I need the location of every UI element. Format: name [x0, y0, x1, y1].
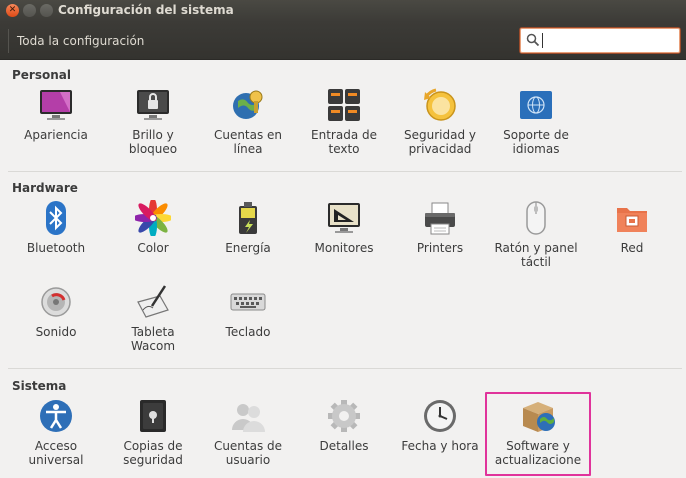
item-power[interactable]: Energía — [202, 200, 294, 280]
item-label: Seguridad y privacidad — [404, 128, 476, 156]
sound-icon — [41, 287, 71, 317]
item-label: Tableta Wacom — [130, 325, 176, 353]
universal-access-icon — [40, 400, 72, 432]
item-label: Cuentas de usuario — [213, 439, 283, 467]
search-input[interactable] — [519, 27, 681, 54]
item-user-accounts[interactable]: Cuentas de usuario — [202, 398, 294, 478]
item-security-privacy[interactable]: Seguridad y privacidad — [394, 87, 486, 167]
online-accounts-icon — [233, 90, 263, 119]
text-entry-icon — [328, 89, 360, 121]
date-time-icon — [424, 400, 456, 432]
item-label: Detalles — [319, 439, 369, 453]
item-bluetooth[interactable]: Bluetooth — [10, 200, 102, 280]
item-color[interactable]: Color — [107, 200, 199, 280]
power-icon — [239, 202, 257, 234]
section-title-system: Sistema — [12, 379, 67, 393]
item-printers[interactable]: Printers — [394, 200, 486, 280]
color-icon — [135, 200, 171, 236]
item-label: Copias de seguridad — [123, 439, 183, 467]
item-label: Printers — [416, 241, 464, 255]
brightness-lock-icon — [137, 90, 169, 120]
window-controls: ✕ — [6, 4, 53, 17]
details-icon — [328, 400, 360, 432]
security-privacy-icon — [424, 88, 456, 121]
item-network[interactable]: Red — [586, 200, 678, 280]
item-label: Red — [620, 241, 644, 255]
appearance-icon — [40, 90, 72, 120]
item-online-accounts[interactable]: Cuentas en línea — [202, 87, 294, 167]
item-label: Acceso universal — [28, 439, 84, 467]
item-backups[interactable]: Copias de seguridad — [107, 398, 199, 478]
item-label: Bluetooth — [26, 241, 86, 255]
item-label: Teclado — [225, 325, 271, 339]
section-title-personal: Personal — [12, 68, 71, 82]
displays-icon — [328, 203, 360, 233]
wacom-tablet-icon — [137, 285, 169, 318]
mouse-touchpad-icon — [526, 201, 546, 235]
item-sound[interactable]: Sonido — [10, 284, 102, 364]
printer-icon — [425, 202, 455, 235]
item-mouse-touchpad[interactable]: Ratón y panel táctil — [490, 200, 582, 280]
item-label: Brillo y bloqueo — [128, 128, 178, 156]
selection-highlight — [485, 392, 591, 476]
section-divider — [8, 368, 682, 369]
section-title-hardware: Hardware — [12, 181, 78, 195]
item-label: Sonido — [35, 325, 77, 339]
item-label: Energía — [225, 241, 271, 255]
search-icon — [526, 33, 540, 47]
item-label: Entrada de texto — [311, 128, 377, 156]
item-universal-access[interactable]: Acceso universal — [10, 398, 102, 478]
window-titlebar: ✕ Configuración del sistema — [0, 0, 686, 22]
maximize-window-button[interactable] — [40, 4, 53, 17]
item-label: Color — [137, 241, 169, 255]
backups-icon — [140, 400, 166, 432]
item-label: Apariencia — [24, 128, 88, 142]
all-settings-button[interactable]: Toda la configuración — [8, 29, 152, 53]
toolbar: Toda la configuración — [0, 22, 686, 60]
bluetooth-icon — [46, 201, 66, 235]
item-wacom-tablet[interactable]: Tableta Wacom — [107, 284, 199, 364]
item-displays[interactable]: Monitores — [298, 200, 390, 280]
network-icon — [617, 208, 647, 232]
user-accounts-icon — [232, 404, 265, 432]
window-title: Configuración del sistema — [58, 3, 234, 17]
item-label: Monitores — [314, 241, 374, 255]
item-text-entry[interactable]: Entrada de texto — [298, 87, 390, 167]
text-cursor — [542, 33, 543, 48]
minimize-window-button[interactable] — [23, 4, 36, 17]
item-date-time[interactable]: Fecha y hora — [394, 398, 486, 478]
item-label: Cuentas en línea — [213, 128, 283, 156]
item-details[interactable]: Detalles — [298, 398, 390, 478]
section-divider — [8, 171, 682, 172]
item-label: Ratón y panel táctil — [494, 241, 578, 269]
item-brightness-lock[interactable]: Brillo y bloqueo — [107, 87, 199, 167]
item-language-support[interactable]: Soporte de idiomas — [490, 87, 582, 167]
item-label: Soporte de idiomas — [503, 128, 569, 156]
item-appearance[interactable]: Apariencia — [10, 87, 102, 167]
language-support-icon — [520, 91, 552, 119]
close-window-button[interactable]: ✕ — [6, 4, 19, 17]
keyboard-icon — [230, 293, 266, 311]
item-keyboard[interactable]: Teclado — [202, 284, 294, 364]
item-label: Fecha y hora — [401, 439, 479, 453]
